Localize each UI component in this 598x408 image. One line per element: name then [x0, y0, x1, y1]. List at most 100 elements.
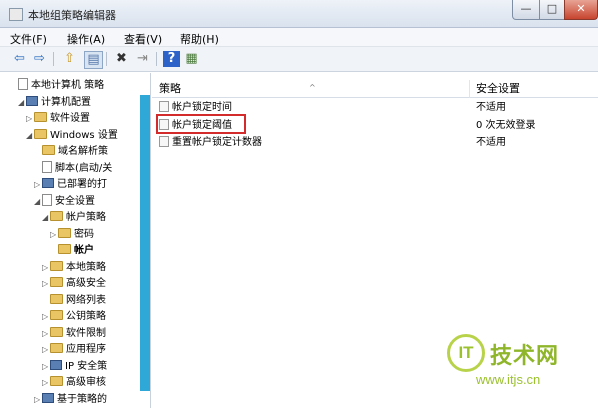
folder-icon: [42, 145, 55, 155]
tree-item[interactable]: ▷ 应用程序: [42, 341, 106, 358]
tree-item[interactable]: ▷ IP 安全策: [42, 358, 107, 375]
highlight-box: [156, 114, 246, 134]
delete-icon[interactable]: ✖: [113, 51, 130, 67]
tree-item[interactable]: 网络列表: [42, 292, 106, 309]
tree-pane: 本地计算机 策略 ◢ 计算机配置 ▷ 软件设置 ◢ Windows 设置 域名解析策脚本(启动…: [8, 73, 151, 408]
tree-item[interactable]: ◢ 计算机配置: [18, 94, 91, 111]
folder-icon: [34, 112, 47, 122]
tree-item-label: 安全设置: [55, 195, 95, 207]
menu-view[interactable]: 查看(V): [124, 31, 162, 47]
tree-item[interactable]: ▷ 基于策略的: [34, 391, 107, 408]
monitor-icon: [26, 95, 38, 106]
tree-item-label: 域名解析策: [58, 146, 108, 157]
collapsed-arrow-icon[interactable]: ▷: [42, 275, 50, 292]
policy-row[interactable]: 重置帐户锁定计数器: [159, 134, 262, 151]
tree-item[interactable]: ◢ 安全设置: [34, 193, 95, 210]
tree-item-label: 网络列表: [66, 294, 106, 306]
watermark-url: www.itjs.cn: [476, 372, 541, 387]
app-icon: [9, 8, 23, 21]
tree-item-label: IP 安全策: [65, 360, 108, 372]
chart-icon: [42, 392, 54, 403]
column-header-setting[interactable]: 安全设置: [470, 80, 598, 98]
tree-scrollbar[interactable]: [140, 95, 150, 391]
tree-item-label: 软件设置: [50, 113, 90, 124]
collapsed-arrow-icon[interactable]: ▷: [42, 259, 50, 276]
menu-action[interactable]: 操作(A): [67, 31, 105, 47]
expanded-arrow-icon[interactable]: ◢: [18, 94, 26, 111]
folder-icon: [50, 343, 63, 353]
folder-icon: [50, 211, 63, 221]
forward-arrow-icon[interactable]: ⇨: [31, 51, 48, 67]
collapsed-arrow-icon[interactable]: ▷: [42, 325, 50, 342]
folder-icon: [58, 227, 71, 238]
collapsed-arrow-icon[interactable]: ▷: [50, 226, 58, 243]
maximize-button[interactable]: □: [539, 0, 565, 20]
collapsed-arrow-icon[interactable]: ▷: [42, 341, 50, 358]
doc-icon: [18, 78, 28, 90]
toolbar-separator: [53, 52, 54, 66]
show-hide-tree-icon[interactable]: ▤: [84, 51, 103, 69]
tree-item-label: 应用程序: [66, 344, 106, 355]
tree-item[interactable]: ▷ 软件设置: [26, 110, 90, 127]
watermark-logo: IT: [447, 334, 485, 372]
toolbar-separator: [106, 52, 107, 66]
column-header-policy[interactable]: 策略 ^: [152, 80, 470, 98]
collapsed-arrow-icon[interactable]: ▷: [42, 358, 50, 375]
tree-item[interactable]: 域名解析策: [34, 143, 108, 160]
tree-item[interactable]: ▷ 本地策略: [42, 259, 106, 276]
tree-item[interactable]: 脚本(启动/关: [34, 160, 112, 177]
title-bar: 本地组策略编辑器 — □ ✕: [0, 0, 598, 28]
folder-icon: [58, 244, 71, 254]
help-icon[interactable]: ?: [163, 51, 180, 67]
collapsed-arrow-icon[interactable]: ▷: [42, 374, 50, 391]
collapsed-arrow-icon[interactable]: ▷: [34, 391, 42, 408]
tree-item[interactable]: ▷ 软件限制: [42, 325, 106, 342]
collapsed-arrow-icon[interactable]: ▷: [42, 308, 50, 325]
tree-item-label: 本地策略: [66, 261, 106, 273]
sort-up-icon: ^: [309, 83, 316, 92]
policy-icon: [159, 136, 169, 147]
tree-item[interactable]: ◢ Windows 设置: [26, 127, 118, 144]
policy-name: 重置帐户锁定计数器: [172, 137, 262, 148]
back-arrow-icon[interactable]: ⇦: [11, 51, 28, 67]
tree-item-label: 帐户: [74, 245, 94, 256]
collapsed-arrow-icon[interactable]: ▷: [34, 176, 42, 193]
expanded-arrow-icon[interactable]: ◢: [26, 127, 34, 144]
up-folder-icon[interactable]: ⇧: [61, 51, 78, 67]
expanded-arrow-icon[interactable]: ◢: [34, 193, 42, 210]
close-button[interactable]: ✕: [564, 0, 598, 20]
folder-icon: [34, 128, 47, 139]
tree-item-label: 帐户策略: [66, 212, 106, 223]
menu-help[interactable]: 帮助(H): [180, 31, 219, 47]
monitor-icon: [42, 178, 54, 188]
tree-item[interactable]: ▷ 高级审核: [42, 374, 106, 391]
tree-item-label: 高级审核: [66, 377, 106, 388]
policy-name: 帐户锁定时间: [172, 102, 232, 113]
folder-icon: [50, 376, 63, 386]
tree-item-label: 基于策略的: [57, 393, 107, 405]
minimize-button[interactable]: —: [512, 0, 540, 20]
tree-item[interactable]: ▷ 密码: [50, 226, 94, 243]
tree-item[interactable]: ◢ 帐户策略: [42, 209, 106, 226]
export-list-icon[interactable]: ⇥: [134, 51, 151, 67]
collapsed-arrow-icon[interactable]: ▷: [26, 110, 34, 127]
tree-item[interactable]: 帐户: [50, 242, 94, 259]
menu-file[interactable]: 文件(F): [10, 31, 47, 47]
tree-item[interactable]: ▷ 公钥策略: [42, 308, 106, 325]
policy-icon: [159, 101, 169, 112]
policy-setting: 不适用: [476, 102, 506, 113]
window-title: 本地组策略编辑器: [28, 9, 116, 22]
watermark-name: 技术网: [490, 344, 560, 369]
tree-item-label: 公钥策略: [66, 311, 106, 322]
tree-item[interactable]: 本地计算机 策略: [10, 77, 104, 94]
tree-item-label: 计算机配置: [41, 96, 91, 108]
tree-item[interactable]: ▷ 已部署的打: [34, 176, 107, 193]
tree-item[interactable]: ▷ 高级安全: [42, 275, 106, 292]
properties-icon[interactable]: ▦: [183, 51, 200, 67]
expanded-arrow-icon[interactable]: ◢: [42, 209, 50, 226]
folder-icon: [50, 260, 63, 271]
tree-item-label: 高级安全: [66, 278, 106, 289]
monitor-icon: [50, 359, 62, 370]
tree-item-label: Windows 设置: [50, 129, 118, 141]
tree-item-label: 本地计算机 策略: [31, 80, 105, 91]
